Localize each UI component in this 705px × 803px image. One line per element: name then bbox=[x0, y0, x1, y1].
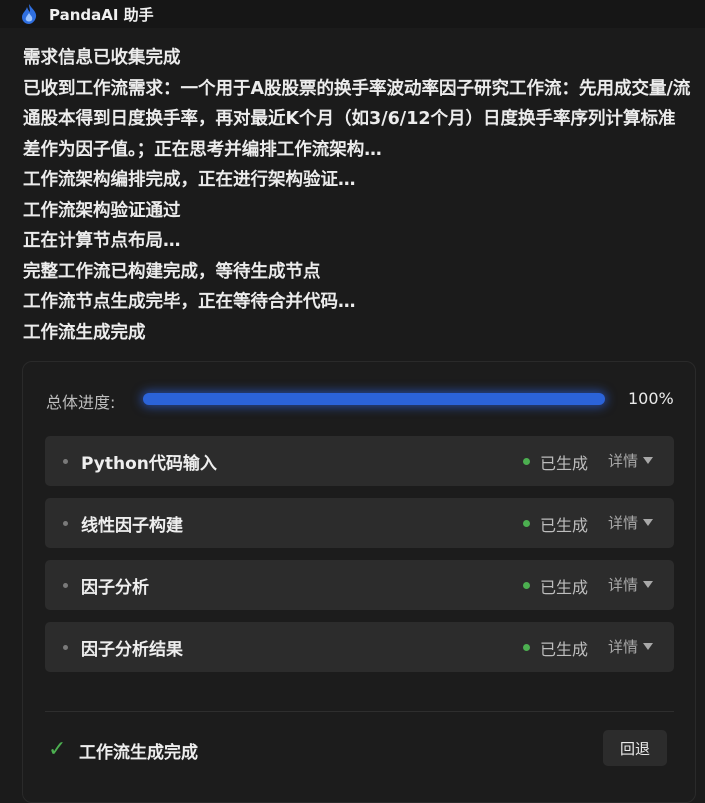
caret-down-icon bbox=[643, 643, 654, 650]
node-status: 已生成 bbox=[540, 640, 589, 659]
details-label: 详情 bbox=[608, 452, 639, 470]
message-line: 需求信息已收集完成 bbox=[23, 48, 181, 68]
message-line: 工作流架构验证通过 bbox=[23, 200, 181, 221]
node-status: 已生成 bbox=[540, 454, 589, 473]
node-status: 已生成 bbox=[540, 578, 589, 597]
message-line: 工作流生成完成 bbox=[23, 322, 146, 343]
details-toggle[interactable]: 详情 bbox=[608, 636, 654, 657]
progress-label: 总体进度: bbox=[46, 393, 116, 412]
node-row-factor-analysis-result[interactable]: 因子分析结果 已生成 详情 bbox=[45, 622, 674, 672]
bullet-icon bbox=[63, 459, 68, 464]
app-title: PandaAI 助手 bbox=[49, 5, 154, 24]
details-toggle[interactable]: 详情 bbox=[608, 512, 654, 533]
node-row-factor-analysis[interactable]: 因子分析 已生成 详情 bbox=[45, 560, 674, 610]
status-dot-icon bbox=[523, 644, 530, 651]
details-toggle[interactable]: 详情 bbox=[608, 450, 654, 471]
message-line: 已收到工作流需求：一个用于A股股票的换手率波动率因子研究工作流：先用成交量/流通… bbox=[23, 78, 691, 160]
message-line: 工作流节点生成完毕，正在等待合并代码… bbox=[23, 292, 356, 312]
details-label: 详情 bbox=[608, 514, 639, 532]
details-label: 详情 bbox=[608, 638, 639, 656]
message-line: 完整工作流已构建完成，等待生成节点 bbox=[23, 261, 321, 282]
node-row-linear-factor[interactable]: 线性因子构建 已生成 详情 bbox=[45, 498, 674, 548]
progress-fill bbox=[143, 393, 605, 405]
progress-value: 100% bbox=[628, 389, 674, 408]
caret-down-icon bbox=[643, 581, 654, 588]
node-status: 已生成 bbox=[540, 516, 589, 535]
app-header: PandaAI 助手 bbox=[0, 0, 705, 28]
node-row-python-input[interactable]: Python代码输入 已生成 详情 bbox=[45, 436, 674, 486]
node-name: Python代码输入 bbox=[81, 454, 217, 474]
status-dot-icon bbox=[523, 458, 530, 465]
completion-status: 工作流生成完成 bbox=[79, 743, 198, 763]
message-line: 工作流架构编排完成，正在进行架构验证… bbox=[23, 170, 356, 190]
bullet-icon bbox=[63, 583, 68, 588]
progress-bar bbox=[143, 393, 605, 405]
workflow-progress-card: 总体进度: 100% Python代码输入 已生成 详情 线性因子构建 已生成 … bbox=[22, 361, 696, 803]
status-dot-icon bbox=[523, 582, 530, 589]
divider bbox=[45, 711, 674, 712]
caret-down-icon bbox=[643, 519, 654, 526]
check-icon: ✓ bbox=[48, 737, 67, 762]
message-line: 正在计算节点布局… bbox=[23, 231, 181, 251]
node-name: 线性因子构建 bbox=[81, 516, 183, 536]
details-label: 详情 bbox=[608, 576, 639, 594]
node-name: 因子分析 bbox=[81, 578, 149, 598]
message-log: 需求信息已收集完成 已收到工作流需求：一个用于A股股票的换手率波动率因子研究工作… bbox=[23, 43, 693, 348]
details-toggle[interactable]: 详情 bbox=[608, 574, 654, 595]
bullet-icon bbox=[63, 521, 68, 526]
status-dot-icon bbox=[523, 520, 530, 527]
flame-logo-icon bbox=[18, 3, 40, 25]
bullet-icon bbox=[63, 645, 68, 650]
caret-down-icon bbox=[643, 457, 654, 464]
rollback-button[interactable]: 回退 bbox=[603, 730, 667, 766]
node-name: 因子分析结果 bbox=[81, 640, 183, 660]
